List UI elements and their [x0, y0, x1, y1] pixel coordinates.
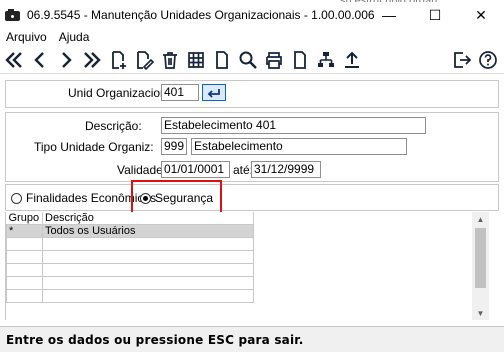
first-record-button[interactable]	[2, 48, 26, 72]
cell-descricao[interactable]	[42, 237, 254, 251]
delete-button[interactable]	[158, 48, 182, 72]
table-row[interactable]	[6, 289, 254, 303]
upload-icon	[345, 51, 359, 68]
edit-button[interactable]	[132, 48, 156, 72]
first-icon	[5, 51, 22, 68]
blank-page-icon	[294, 50, 306, 69]
exit-icon	[454, 52, 472, 68]
new-icon	[112, 50, 126, 69]
search-icon	[239, 51, 257, 69]
security-grid-area: Grupo Descrição * Todos os Usuários	[5, 212, 499, 320]
document-button[interactable]	[210, 48, 234, 72]
tree-button[interactable]	[314, 48, 338, 72]
cell-grupo[interactable]	[6, 237, 43, 251]
help-icon	[479, 51, 497, 69]
cell-grupo[interactable]	[6, 250, 43, 264]
tipo-unidade-desc-field: Estabelecimento	[191, 138, 407, 155]
grid-icon	[188, 51, 204, 68]
table-row[interactable]	[6, 263, 254, 277]
app-camera-icon	[4, 7, 22, 23]
edit-icon	[137, 50, 154, 70]
enter-arrow-icon	[207, 88, 220, 98]
print-icon	[266, 51, 282, 69]
tipo-unidade-label: Tipo Unidade Organiz:	[34, 140, 154, 154]
table-row[interactable]	[6, 250, 254, 264]
cell-grupo[interactable]	[6, 289, 43, 303]
title-bar: 06.9.5545 - Manutenção Unidades Organiza…	[0, 2, 504, 28]
descricao-label: Descrição:	[85, 119, 142, 133]
confirm-key-button[interactable]	[202, 84, 226, 101]
status-bar: Entre os dados ou pressione ESC para sai…	[0, 326, 504, 352]
menu-arquivo[interactable]: Arquivo	[0, 30, 53, 44]
print-button[interactable]	[262, 48, 286, 72]
scroll-thumb[interactable]	[475, 228, 486, 288]
next-record-button[interactable]	[54, 48, 78, 72]
column-header-descricao[interactable]: Descrição	[42, 212, 254, 225]
column-header-grupo[interactable]: Grupo	[6, 212, 43, 225]
next-icon	[62, 51, 72, 68]
cell-descricao[interactable]	[42, 250, 254, 264]
minimize-button[interactable]: —	[366, 2, 412, 28]
document-icon	[216, 50, 228, 69]
security-groups-table: Grupo Descrição * Todos os Usuários	[6, 212, 254, 303]
validade-label: Validade:	[117, 163, 167, 177]
search-button[interactable]	[236, 48, 260, 72]
scroll-down-icon[interactable]: ▼	[472, 306, 489, 320]
close-button[interactable]: ✕	[458, 2, 504, 28]
cell-grupo[interactable]: *	[6, 224, 43, 238]
table-header-row: Grupo Descrição	[6, 212, 254, 225]
table-row[interactable]	[6, 276, 254, 290]
table-row[interactable]	[6, 237, 254, 251]
window-title: 06.9.5545 - Manutenção Unidades Organiza…	[27, 8, 375, 22]
validade-inicio-input[interactable]: 01/01/0001	[161, 161, 230, 178]
descricao-input[interactable]: Estabelecimento 401	[161, 117, 426, 134]
scroll-up-icon[interactable]: ▲	[472, 212, 489, 226]
menu-bar: Arquivo Ajuda	[0, 28, 504, 46]
blank-page-button[interactable]	[288, 48, 312, 72]
cell-descricao[interactable]: Todos os Usuários	[42, 224, 254, 238]
prev-icon	[34, 51, 44, 68]
cell-grupo[interactable]	[6, 263, 43, 277]
table-row[interactable]: * Todos os Usuários	[6, 224, 254, 238]
unid-organizacional-input[interactable]: 401	[161, 84, 199, 101]
maximize-button[interactable]: ☐	[412, 2, 458, 28]
last-icon	[84, 51, 101, 68]
tipo-unidade-code-input[interactable]: 999	[161, 138, 187, 155]
validade-fim-input[interactable]: 31/12/9999	[251, 161, 321, 178]
new-button[interactable]	[106, 48, 130, 72]
help-button[interactable]	[476, 48, 500, 72]
tree-icon	[318, 51, 334, 67]
prev-record-button[interactable]	[28, 48, 52, 72]
cell-descricao[interactable]	[42, 276, 254, 290]
validade-ate-label: até:	[233, 163, 254, 177]
upload-button[interactable]	[340, 48, 364, 72]
cell-grupo[interactable]	[6, 276, 43, 290]
grid-view-button[interactable]	[184, 48, 208, 72]
menu-ajuda[interactable]: Ajuda	[53, 30, 96, 44]
radio-unchecked-icon	[11, 192, 22, 204]
toolbar	[0, 46, 504, 74]
exit-button[interactable]	[450, 48, 474, 72]
last-record-button[interactable]	[80, 48, 104, 72]
delete-icon	[163, 51, 177, 69]
cell-descricao[interactable]	[42, 263, 254, 277]
cell-descricao[interactable]	[42, 289, 254, 303]
vertical-scrollbar[interactable]: ▲ ▼	[472, 212, 489, 320]
